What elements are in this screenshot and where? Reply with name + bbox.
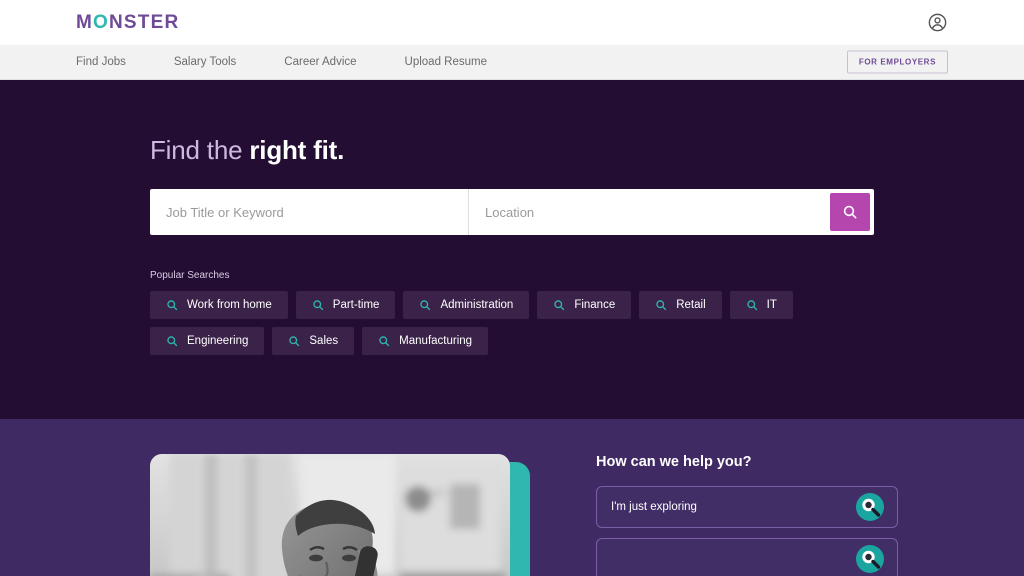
search-circle-icon [855, 492, 885, 522]
chip-retail[interactable]: Retail [639, 291, 722, 320]
chip-sales[interactable]: Sales [272, 327, 355, 356]
chip-administration[interactable]: Administration [403, 291, 530, 320]
search-icon [167, 300, 178, 311]
search-input-keyword[interactable]: Job Title or Keyword [150, 189, 468, 235]
chip-label: Manufacturing [399, 335, 473, 348]
chip-label: Part-time [332, 299, 380, 312]
chip-work-from-home[interactable]: Work from home [150, 291, 288, 320]
popular-searches-chip-list: Work from home Part-time Administration … [150, 291, 890, 356]
hero-section: Find the right fit. Job Title or Keyword… [0, 80, 1024, 419]
main-navigation: Find Jobs Salary Tools Career Advice Upl… [0, 45, 1024, 80]
headline-soft-text: Find the [150, 135, 250, 165]
help-column: How can we help you? I'm just exploring [596, 454, 948, 576]
chip-it[interactable]: IT [729, 291, 793, 320]
help-section-title: How can we help you? [596, 454, 752, 470]
logo-letters-rest: NSTER [109, 12, 180, 33]
help-section: How can we help you? I'm just exploring [0, 419, 1024, 576]
search-icon [167, 336, 178, 347]
search-icon [289, 336, 300, 347]
headline-strong-text: right fit. [249, 135, 345, 165]
site-header: M O NSTER [0, 0, 1024, 45]
search-input-location[interactable]: Location [468, 189, 830, 236]
job-search-bar: Job Title or Keyword Location [150, 189, 874, 236]
monster-logo[interactable]: M O NSTER [76, 13, 179, 32]
search-icon [554, 300, 565, 311]
help-card-label: I'm just exploring [611, 501, 697, 513]
for-employers-button[interactable]: FOR EMPLOYERS [846, 50, 948, 74]
search-icon [420, 300, 431, 311]
chip-label: Work from home [187, 299, 272, 312]
nav-link-find-jobs[interactable]: Find Jobs [76, 56, 126, 68]
hero-content: Find the right fit. Job Title or Keyword… [150, 80, 880, 356]
popular-searches-label: Popular Searches [150, 270, 230, 282]
search-icon [746, 300, 757, 311]
logo-letter-m: M [76, 12, 94, 33]
help-section-content: How can we help you? I'm just exploring [150, 419, 948, 576]
chip-engineering[interactable]: Engineering [150, 327, 265, 356]
search-icon [843, 205, 857, 219]
nav-link-upload-resume[interactable]: Upload Resume [405, 56, 487, 68]
help-card-second[interactable] [596, 538, 898, 576]
chip-label: Administration [440, 299, 514, 312]
logo-letter-o: O [93, 12, 110, 33]
chip-label: IT [766, 299, 777, 312]
man-on-phone-photo [150, 454, 510, 576]
chip-label: Sales [309, 335, 339, 348]
account-circle-icon[interactable] [926, 12, 948, 34]
chip-label: Engineering [187, 335, 249, 348]
search-icon [656, 300, 667, 311]
chip-part-time[interactable]: Part-time [295, 291, 396, 320]
nav-link-career-advice[interactable]: Career Advice [284, 56, 356, 68]
page-title: Find the right fit. [150, 135, 880, 166]
nav-link-salary-tools[interactable]: Salary Tools [174, 56, 236, 68]
chip-label: Retail [676, 299, 706, 312]
search-icon [379, 336, 390, 347]
chip-finance[interactable]: Finance [537, 291, 632, 320]
help-card-exploring[interactable]: I'm just exploring [596, 486, 898, 528]
search-icon [313, 300, 323, 311]
nav-link-list: Find Jobs Salary Tools Career Advice Upl… [76, 56, 487, 68]
chip-label: Finance [574, 299, 616, 312]
search-circle-icon [855, 544, 885, 574]
search-submit-button[interactable] [830, 193, 870, 232]
chip-manufacturing[interactable]: Manufacturing [362, 327, 489, 356]
hero-photo-container [150, 454, 530, 576]
